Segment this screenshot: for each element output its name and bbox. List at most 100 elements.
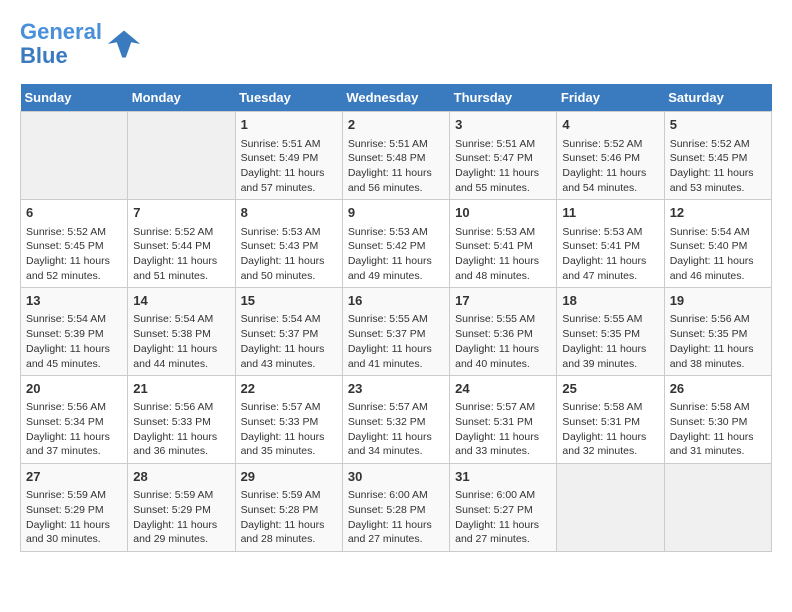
- day-info: Sunrise: 5:53 AM Sunset: 5:41 PM Dayligh…: [562, 225, 658, 284]
- calendar-cell: 9 Sunrise: 5:53 AM Sunset: 5:42 PM Daylig…: [342, 200, 449, 288]
- day-info: Sunrise: 5:57 AM Sunset: 5:33 PM Dayligh…: [241, 400, 337, 459]
- calendar-cell: 26 Sunrise: 5:58 AM Sunset: 5:30 PM Dayli…: [664, 376, 771, 464]
- calendar-cell: 8 Sunrise: 5:53 AM Sunset: 5:43 PM Daylig…: [235, 200, 342, 288]
- day-number: 12: [670, 204, 766, 222]
- day-number: 1: [241, 116, 337, 134]
- day-number: 8: [241, 204, 337, 222]
- header-cell-tuesday: Tuesday: [235, 84, 342, 112]
- calendar-cell: 1 Sunrise: 5:51 AM Sunset: 5:49 PM Daylig…: [235, 112, 342, 200]
- day-info: Sunrise: 5:51 AM Sunset: 5:48 PM Dayligh…: [348, 137, 444, 196]
- calendar-cell: 25Sunrise: 5:58 AM Sunset: 5:31 PM Dayli…: [557, 376, 664, 464]
- day-info: Sunrise: 5:54 AM Sunset: 5:38 PM Dayligh…: [133, 312, 229, 371]
- calendar-cell: [128, 112, 235, 200]
- day-number: 21: [133, 380, 229, 398]
- logo-bird-icon: [106, 26, 142, 62]
- calendar-cell: 5Sunrise: 5:52 AM Sunset: 5:45 PM Daylig…: [664, 112, 771, 200]
- header-cell-friday: Friday: [557, 84, 664, 112]
- day-number: 10: [455, 204, 551, 222]
- calendar-cell: 12 Sunrise: 5:54 AM Sunset: 5:40 PM Dayli…: [664, 200, 771, 288]
- page-header: General Blue: [20, 20, 772, 68]
- calendar-cell: 11 Sunrise: 5:53 AM Sunset: 5:41 PM Dayli…: [557, 200, 664, 288]
- calendar-header: SundayMondayTuesdayWednesdayThursdayFrid…: [21, 84, 772, 112]
- day-number: 5: [670, 116, 766, 134]
- header-cell-monday: Monday: [128, 84, 235, 112]
- day-info: Sunrise: 5:51 AM Sunset: 5:49 PM Dayligh…: [241, 137, 337, 196]
- day-info: Sunrise: 5:54 AM Sunset: 5:39 PM Dayligh…: [26, 312, 122, 371]
- day-number: 14: [133, 292, 229, 310]
- day-number: 18: [562, 292, 658, 310]
- header-row: SundayMondayTuesdayWednesdayThursdayFrid…: [21, 84, 772, 112]
- day-info: Sunrise: 5:52 AM Sunset: 5:46 PM Dayligh…: [562, 137, 658, 196]
- calendar-cell: 20 Sunrise: 5:56 AM Sunset: 5:34 PM Dayli…: [21, 376, 128, 464]
- calendar-cell: 3Sunrise: 5:51 AM Sunset: 5:47 PM Daylig…: [450, 112, 557, 200]
- day-number: 2: [348, 116, 444, 134]
- day-number: 16: [348, 292, 444, 310]
- calendar-cell: 17 Sunrise: 5:55 AM Sunset: 5:36 PM Dayli…: [450, 288, 557, 376]
- day-info: Sunrise: 5:53 AM Sunset: 5:43 PM Dayligh…: [241, 225, 337, 284]
- calendar-cell: 24 Sunrise: 5:57 AM Sunset: 5:31 PM Dayli…: [450, 376, 557, 464]
- day-number: 11: [562, 204, 658, 222]
- day-info: Sunrise: 5:54 AM Sunset: 5:40 PM Dayligh…: [670, 225, 766, 284]
- calendar-cell: 16 Sunrise: 5:55 AM Sunset: 5:37 PM Dayli…: [342, 288, 449, 376]
- day-number: 17: [455, 292, 551, 310]
- day-info: Sunrise: 5:56 AM Sunset: 5:34 PM Dayligh…: [26, 400, 122, 459]
- week-row-1: 1 Sunrise: 5:51 AM Sunset: 5:49 PM Daylig…: [21, 112, 772, 200]
- header-cell-wednesday: Wednesday: [342, 84, 449, 112]
- week-row-4: 20 Sunrise: 5:56 AM Sunset: 5:34 PM Dayli…: [21, 376, 772, 464]
- day-info: Sunrise: 5:58 AM Sunset: 5:30 PM Dayligh…: [670, 400, 766, 459]
- header-cell-saturday: Saturday: [664, 84, 771, 112]
- calendar-body: 1 Sunrise: 5:51 AM Sunset: 5:49 PM Daylig…: [21, 112, 772, 552]
- day-number: 9: [348, 204, 444, 222]
- calendar-cell: 14 Sunrise: 5:54 AM Sunset: 5:38 PM Dayli…: [128, 288, 235, 376]
- day-info: Sunrise: 5:59 AM Sunset: 5:29 PM Dayligh…: [26, 488, 122, 547]
- week-row-5: 27Sunrise: 5:59 AM Sunset: 5:29 PM Dayli…: [21, 464, 772, 552]
- logo-text: General Blue: [20, 20, 102, 68]
- calendar-cell: 23 Sunrise: 5:57 AM Sunset: 5:32 PM Dayli…: [342, 376, 449, 464]
- day-info: Sunrise: 5:59 AM Sunset: 5:29 PM Dayligh…: [133, 488, 229, 547]
- day-info: Sunrise: 6:00 AM Sunset: 5:27 PM Dayligh…: [455, 488, 551, 547]
- calendar-cell: 30 Sunrise: 6:00 AM Sunset: 5:28 PM Dayli…: [342, 464, 449, 552]
- day-info: Sunrise: 5:55 AM Sunset: 5:37 PM Dayligh…: [348, 312, 444, 371]
- day-number: 30: [348, 468, 444, 486]
- day-info: Sunrise: 5:52 AM Sunset: 5:44 PM Dayligh…: [133, 225, 229, 284]
- calendar-cell: [557, 464, 664, 552]
- day-info: Sunrise: 5:53 AM Sunset: 5:41 PM Dayligh…: [455, 225, 551, 284]
- day-number: 15: [241, 292, 337, 310]
- day-number: 24: [455, 380, 551, 398]
- calendar-cell: 4Sunrise: 5:52 AM Sunset: 5:46 PM Daylig…: [557, 112, 664, 200]
- calendar-cell: 6 Sunrise: 5:52 AM Sunset: 5:45 PM Daylig…: [21, 200, 128, 288]
- day-number: 6: [26, 204, 122, 222]
- calendar-cell: 15 Sunrise: 5:54 AM Sunset: 5:37 PM Dayli…: [235, 288, 342, 376]
- logo: General Blue: [20, 20, 142, 68]
- day-info: Sunrise: 5:55 AM Sunset: 5:36 PM Dayligh…: [455, 312, 551, 371]
- day-number: 7: [133, 204, 229, 222]
- calendar-cell: 28 Sunrise: 5:59 AM Sunset: 5:29 PM Dayli…: [128, 464, 235, 552]
- day-info: Sunrise: 5:52 AM Sunset: 5:45 PM Dayligh…: [26, 225, 122, 284]
- day-info: Sunrise: 5:57 AM Sunset: 5:31 PM Dayligh…: [455, 400, 551, 459]
- day-info: Sunrise: 5:59 AM Sunset: 5:28 PM Dayligh…: [241, 488, 337, 547]
- day-info: Sunrise: 6:00 AM Sunset: 5:28 PM Dayligh…: [348, 488, 444, 547]
- day-number: 26: [670, 380, 766, 398]
- day-info: Sunrise: 5:56 AM Sunset: 5:33 PM Dayligh…: [133, 400, 229, 459]
- day-number: 22: [241, 380, 337, 398]
- calendar-cell: 19Sunrise: 5:56 AM Sunset: 5:35 PM Dayli…: [664, 288, 771, 376]
- day-number: 23: [348, 380, 444, 398]
- week-row-2: 6 Sunrise: 5:52 AM Sunset: 5:45 PM Daylig…: [21, 200, 772, 288]
- day-info: Sunrise: 5:53 AM Sunset: 5:42 PM Dayligh…: [348, 225, 444, 284]
- calendar-cell: 22 Sunrise: 5:57 AM Sunset: 5:33 PM Dayli…: [235, 376, 342, 464]
- day-number: 28: [133, 468, 229, 486]
- day-number: 29: [241, 468, 337, 486]
- calendar-cell: 27Sunrise: 5:59 AM Sunset: 5:29 PM Dayli…: [21, 464, 128, 552]
- header-cell-sunday: Sunday: [21, 84, 128, 112]
- calendar-cell: 2 Sunrise: 5:51 AM Sunset: 5:48 PM Daylig…: [342, 112, 449, 200]
- day-number: 3: [455, 116, 551, 134]
- calendar-cell: 10 Sunrise: 5:53 AM Sunset: 5:41 PM Dayli…: [450, 200, 557, 288]
- day-info: Sunrise: 5:54 AM Sunset: 5:37 PM Dayligh…: [241, 312, 337, 371]
- day-info: Sunrise: 5:57 AM Sunset: 5:32 PM Dayligh…: [348, 400, 444, 459]
- day-number: 19: [670, 292, 766, 310]
- day-info: Sunrise: 5:58 AM Sunset: 5:31 PM Dayligh…: [562, 400, 658, 459]
- day-number: 13: [26, 292, 122, 310]
- calendar-cell: 18Sunrise: 5:55 AM Sunset: 5:35 PM Dayli…: [557, 288, 664, 376]
- calendar-cell: 21 Sunrise: 5:56 AM Sunset: 5:33 PM Dayli…: [128, 376, 235, 464]
- day-number: 20: [26, 380, 122, 398]
